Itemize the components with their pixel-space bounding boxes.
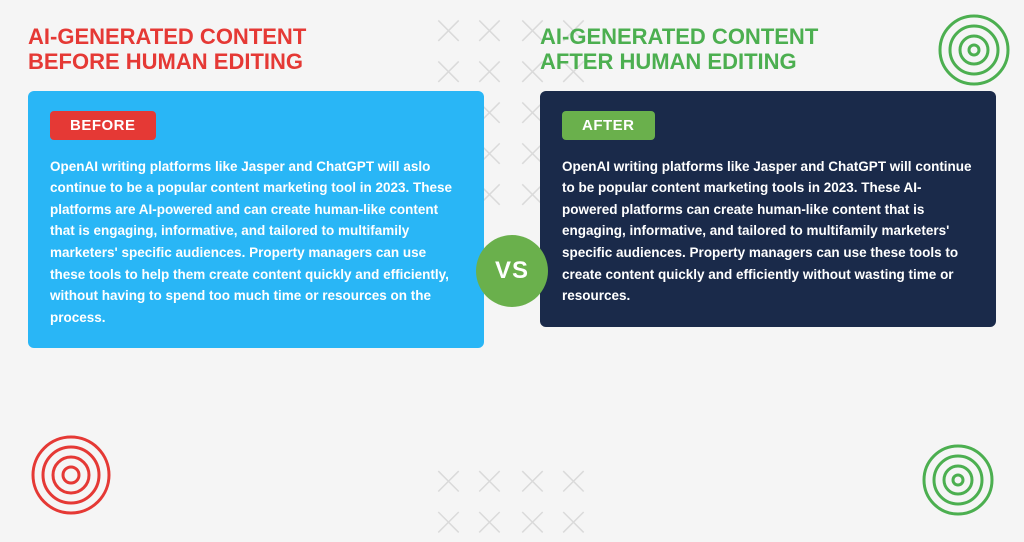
right-body-text: OpenAI writing platforms like Jasper and… bbox=[562, 156, 974, 307]
right-panel: AI-GENERATED CONTENT AFTER HUMAN EDITING… bbox=[512, 0, 1024, 542]
before-badge: BEFORE bbox=[50, 111, 156, 140]
vs-circle: VS bbox=[476, 235, 548, 307]
left-panel-title: AI-GENERATED CONTENT BEFORE HUMAN EDITIN… bbox=[28, 24, 484, 75]
right-content-box: AFTER OpenAI writing platforms like Jasp… bbox=[540, 91, 996, 327]
left-content-box: BEFORE OpenAI writing platforms like Jas… bbox=[28, 91, 484, 349]
right-panel-title: AI-GENERATED CONTENT AFTER HUMAN EDITING bbox=[540, 24, 996, 75]
left-panel: AI-GENERATED CONTENT BEFORE HUMAN EDITIN… bbox=[0, 0, 512, 542]
left-body-text: OpenAI writing platforms like Jasper and… bbox=[50, 156, 462, 329]
green-circles-bottom-decoration bbox=[918, 440, 998, 520]
page-container: AI-GENERATED CONTENT BEFORE HUMAN EDITIN… bbox=[0, 0, 1024, 542]
red-circles-decoration bbox=[26, 430, 116, 520]
after-badge: AFTER bbox=[562, 111, 655, 140]
